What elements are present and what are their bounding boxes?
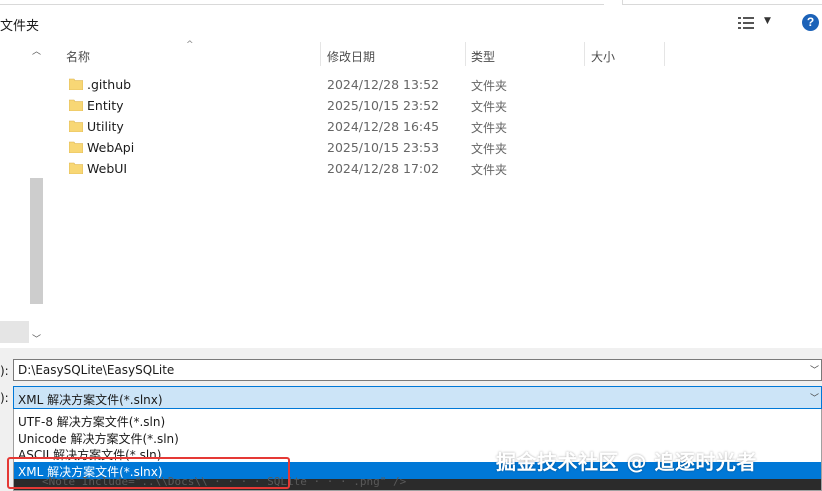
file-row[interactable]: Entity 2025/10/15 23:52 文件夹 <box>44 95 604 116</box>
column-modified[interactable]: 修改日期 <box>327 48 375 65</box>
file-type: 文件夹 <box>471 142 508 156</box>
new-folder-button[interactable]: 文件夹 <box>0 15 39 34</box>
save-type-label: ): <box>0 391 9 405</box>
file-modified: 2025/10/15 23:52 <box>327 98 440 113</box>
column-divider[interactable] <box>465 42 466 66</box>
file-row[interactable]: WebApi 2025/10/15 23:53 文件夹 <box>44 137 604 158</box>
option-label: UTF-8 解决方案文件(*.sln) <box>18 415 166 429</box>
help-icon[interactable]: ? <box>802 14 819 31</box>
address-bar-edge <box>0 0 822 5</box>
folder-icon <box>69 99 83 111</box>
scroll-down-arrow-icon[interactable]: ﹀ <box>30 332 43 346</box>
highlight-annotation <box>7 457 290 489</box>
column-type[interactable]: 类型 <box>471 48 495 65</box>
view-list-icon[interactable] <box>738 16 754 30</box>
column-divider[interactable] <box>664 42 665 66</box>
folder-icon <box>69 78 83 90</box>
file-row[interactable]: .github 2024/12/28 13:52 文件夹 <box>44 74 604 95</box>
file-row[interactable]: Utility 2024/12/28 16:45 文件夹 <box>44 116 604 137</box>
file-type: 文件夹 <box>471 100 508 114</box>
scroll-up-arrow-icon[interactable]: ︿ <box>30 44 43 58</box>
column-divider[interactable] <box>320 42 321 66</box>
file-name: WebApi <box>87 140 135 155</box>
file-type: 文件夹 <box>471 163 508 177</box>
file-name: Utility <box>87 119 124 134</box>
column-divider[interactable] <box>584 42 585 66</box>
navigation-selected-item[interactable] <box>0 321 29 343</box>
file-modified: 2025/10/15 23:53 <box>327 140 440 155</box>
save-type-select[interactable]: XML 解决方案文件(*.slnx) ﹀ <box>13 386 822 409</box>
sort-ascending-icon: ^ <box>186 40 194 50</box>
folder-icon <box>69 120 83 132</box>
file-name: Entity <box>87 98 124 113</box>
file-type: 文件夹 <box>471 79 508 93</box>
chevron-down-icon[interactable]: ▼ <box>764 16 771 26</box>
watermark: 掘金技术社区 @ 追逐时光者 <box>496 450 757 474</box>
toolbar: 文件夹 ▼ ? <box>0 0 822 42</box>
file-row[interactable]: WebUI 2024/12/28 17:02 文件夹 <box>44 158 604 179</box>
file-modified: 2024/12/28 17:02 <box>327 161 440 176</box>
file-modified: 2024/12/28 16:45 <box>327 119 440 134</box>
folder-icon <box>69 141 83 153</box>
file-name-label: ): <box>0 364 9 378</box>
search-box[interactable] <box>622 0 822 5</box>
file-name: WebUI <box>87 161 128 176</box>
column-size[interactable]: 大小 <box>591 48 615 65</box>
file-modified: 2024/12/28 13:52 <box>327 77 440 92</box>
column-header: 名称 修改日期 类型 大小 <box>44 42 822 66</box>
save-type-option[interactable]: UTF-8 解决方案文件(*.sln) <box>14 412 821 429</box>
file-name-input[interactable]: D:\EasySQLite\EasySQLite ﹀ <box>13 359 822 381</box>
column-name[interactable]: 名称 <box>66 48 90 65</box>
folder-icon <box>69 162 83 174</box>
file-name: .github <box>87 77 132 92</box>
chevron-down-icon[interactable]: ﹀ <box>810 363 819 376</box>
save-type-option[interactable]: Unicode 解决方案文件(*.sln) <box>14 429 821 446</box>
file-type: 文件夹 <box>471 121 508 135</box>
file-name-value: D:\EasySQLite\EasySQLite <box>18 363 175 377</box>
address-bar[interactable] <box>0 0 604 5</box>
chevron-down-icon[interactable]: ﹀ <box>810 391 819 404</box>
scrollbar-thumb[interactable] <box>30 178 43 304</box>
save-type-selected: XML 解决方案文件(*.slnx) <box>18 393 163 407</box>
